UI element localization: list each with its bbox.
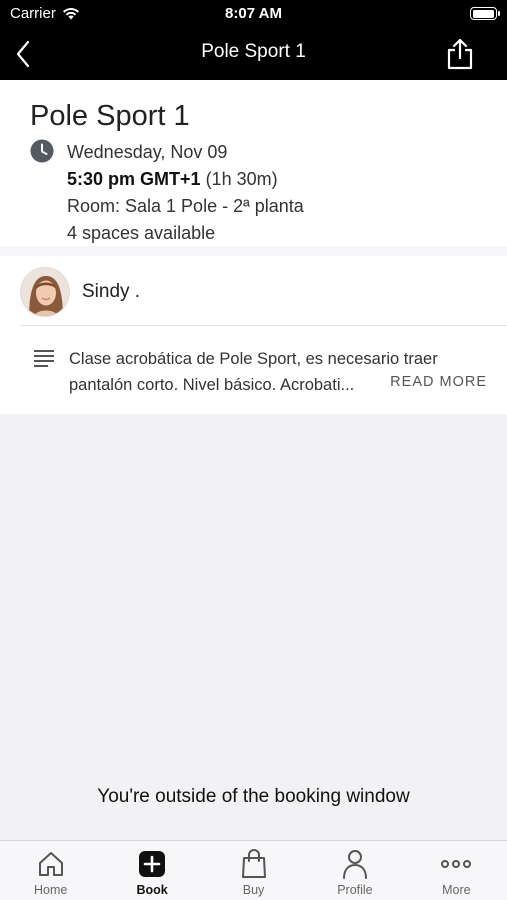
tab-label: Book: [136, 883, 168, 897]
time-row: 5:30 pm GMT+1 (1h 30m): [30, 166, 507, 193]
more-icon: [441, 849, 472, 879]
share-icon: [447, 38, 473, 70]
room-row: Room: Sala 1 Pole - 2ª planta: [67, 196, 304, 216]
battery-level: [472, 9, 494, 18]
section-divider: [0, 246, 507, 256]
class-date: Wednesday, Nov 09: [67, 142, 228, 162]
booking-window-message: You're outside of the booking window: [97, 786, 410, 807]
tab-book[interactable]: Book: [101, 841, 202, 900]
status-bar: Carrier 8:07 AM: [0, 0, 507, 28]
tab-label: Buy: [242, 883, 265, 897]
tab-profile[interactable]: Profile: [304, 841, 405, 900]
nav-bar: Pole Sport 1: [0, 28, 507, 80]
instructor-name: Sindy .: [82, 281, 141, 302]
tab-label: Home: [34, 883, 68, 897]
status-time: 8:07 AM: [225, 5, 282, 22]
class-details: Pole Sport 1 Wednesday, Nov 09 5:30 pm G…: [0, 80, 507, 246]
tab-bar: Home Book Buy Profile More: [0, 840, 507, 900]
tab-buy[interactable]: Buy: [203, 841, 304, 900]
screen: Carrier 8:07 AM Pole Sport 1 Pole Sport …: [0, 0, 507, 900]
read-more-link[interactable]: READ MORE: [390, 374, 487, 390]
battery-icon: [470, 7, 500, 20]
avatar-image: [21, 268, 69, 316]
clock-icon: [30, 139, 54, 163]
instructor-row[interactable]: Sindy .: [0, 256, 507, 326]
home-icon: [36, 849, 66, 879]
spaces-row: 4 spaces available: [67, 223, 216, 243]
description-text: Clase acrobática de Pole Sport, es neces…: [69, 350, 438, 394]
tab-more[interactable]: More: [406, 841, 507, 900]
tab-home[interactable]: Home: [0, 841, 101, 900]
tab-label: Profile: [337, 883, 373, 897]
plus-icon: [137, 849, 167, 879]
share-button[interactable]: [443, 37, 477, 71]
person-icon: [340, 849, 370, 879]
class-description: Clase acrobática de Pole Sport, es neces…: [0, 326, 507, 414]
date-row: Wednesday, Nov 09: [30, 139, 507, 166]
description-icon: [34, 350, 54, 367]
class-time: 5:30 pm GMT+1: [67, 169, 201, 189]
shopping-bag-icon: [239, 849, 269, 879]
avatar: [20, 267, 70, 317]
nav-title: Pole Sport 1: [201, 41, 306, 62]
tab-label: More: [442, 883, 471, 897]
class-title: Pole Sport 1: [30, 100, 190, 132]
class-duration: (1h 30m): [205, 169, 278, 189]
